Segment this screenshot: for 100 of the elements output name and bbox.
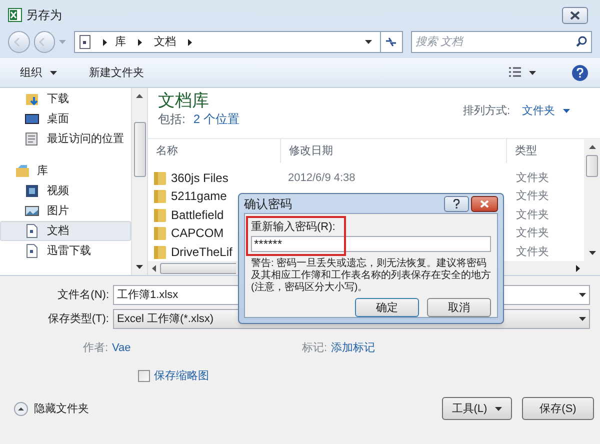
close-button[interactable] (471, 196, 498, 212)
column-header[interactable]: 修改日期 (280, 138, 506, 162)
toolbar-button[interactable]: 组织 (12, 62, 65, 84)
up-arrow-icon (136, 94, 143, 98)
sidebar-item[interactable]: 文档 (0, 221, 131, 241)
warning-text: 警告: 密码一旦丢失或遗忘，则无法恢复。建议将密码及其相应工作簿和工作表名称的列表保存在安全的地方(注意，密码区分大小写)。 (251, 258, 491, 294)
breadcrumb[interactable]: 库 (115, 35, 126, 49)
field-label: 重新输入密码(R): (251, 220, 336, 234)
left-arrow-icon (152, 264, 156, 272)
caret-icon (50, 70, 57, 74)
close-button[interactable] (562, 6, 588, 24)
search-field[interactable]: 搜索 文档 (410, 31, 592, 53)
scrollbar[interactable] (584, 138, 600, 275)
chevron-icon (188, 38, 192, 46)
dialog-button[interactable]: 确定 (355, 298, 419, 317)
scrollbar-thumb[interactable] (586, 154, 598, 176)
sidebar-item[interactable]: 最近访问的位置 (0, 129, 131, 149)
save-button[interactable]: 保存(S) (522, 397, 594, 420)
dialog-title: 确认密码 (244, 196, 293, 210)
folder-icon (154, 244, 166, 259)
author-value[interactable]: Vae (112, 341, 302, 355)
help-button[interactable] (444, 196, 469, 212)
password-field[interactable]: ****** (251, 236, 491, 252)
file-type: 文件夹 (515, 244, 550, 259)
arrange-label: 排列方式: (462, 104, 510, 118)
window-title: 另存为 (26, 8, 62, 22)
file-name[interactable]: 5211game (171, 189, 227, 204)
file-type: 文件夹 (515, 189, 550, 204)
document-icon (79, 35, 92, 49)
author-label: 作者: (82, 341, 109, 355)
sidebar-item[interactable]: 图片 (0, 201, 131, 221)
caret-icon (529, 70, 536, 74)
folder-icon (154, 208, 166, 222)
up-arrow-icon (588, 144, 596, 148)
close-icon (570, 10, 580, 20)
address-bar[interactable]: 库 文档 (74, 31, 403, 53)
sidebar-item[interactable]: 桌面 (0, 109, 131, 129)
back-button[interactable] (8, 31, 30, 53)
close-icon (480, 200, 489, 208)
caret-icon (563, 109, 570, 113)
forward-button[interactable] (34, 31, 56, 53)
caret-icon (495, 406, 502, 410)
file-name[interactable]: CAPCOM (171, 226, 224, 240)
library-icon (15, 164, 29, 178)
folder-icon (154, 226, 166, 240)
download-icon (25, 92, 39, 106)
file-type: 文件夹 (515, 170, 550, 185)
recent-icon (25, 132, 39, 146)
file-type: 文件夹 (515, 226, 550, 240)
help-button[interactable] (572, 64, 588, 80)
caret-icon (579, 293, 586, 297)
desktop-icon (25, 112, 39, 126)
toolbar-button[interactable]: 新建文件夹 (81, 62, 152, 84)
caret-icon (579, 317, 586, 321)
help-icon (576, 68, 584, 78)
document-icon (25, 244, 39, 258)
includes-label: 包括: (158, 112, 186, 126)
caret-icon (59, 40, 66, 44)
scrollbar[interactable] (131, 88, 147, 275)
tags-label: 标记: (302, 341, 328, 355)
video-icon (25, 184, 39, 198)
file-name[interactable]: DriveTheLif (171, 244, 232, 259)
right-arrow-icon (576, 264, 580, 272)
arrange-dropdown[interactable]: 文件夹 (522, 104, 570, 118)
hide-folders-button[interactable]: 隐藏文件夹 (14, 402, 89, 416)
locations-link[interactable]: 2 个位置 (193, 112, 240, 126)
tools-button[interactable]: 工具(L) (442, 397, 512, 420)
field-label: 保存类型(T): (46, 312, 110, 326)
sidebar-item[interactable]: 迅雷下载 (0, 241, 131, 261)
collapse-icon (14, 402, 28, 416)
search-icon (576, 36, 587, 47)
scrollbar-thumb[interactable] (134, 122, 146, 177)
down-arrow-icon (136, 265, 143, 269)
refresh-icon (385, 37, 398, 47)
folder-icon (154, 189, 166, 204)
spreadsheet-icon (8, 8, 22, 22)
caret-icon (364, 40, 372, 44)
modified-date: 2012/6/9 4:38 (287, 170, 356, 185)
column-header[interactable]: 名称 (148, 138, 280, 162)
library-title: 文档库 (158, 90, 210, 112)
breadcrumb[interactable]: 文档 (154, 35, 176, 49)
sidebar-item[interactable]: 视频 (0, 181, 131, 201)
checkbox[interactable] (138, 370, 150, 382)
picture-icon (25, 204, 39, 218)
dialog-button[interactable]: 取消 (427, 298, 491, 317)
file-name[interactable]: 360js Files (171, 170, 228, 185)
file-type: 文件夹 (515, 208, 550, 222)
chevron-icon (138, 38, 142, 46)
sidebar-item[interactable]: 下载 (0, 89, 131, 109)
file-name[interactable]: Battlefield (171, 208, 224, 222)
folder-icon (154, 170, 166, 185)
help-icon (453, 198, 460, 208)
chevron-icon (103, 38, 108, 46)
checkbox-label[interactable]: 保存缩略图 (154, 369, 209, 383)
list-view-icon (509, 67, 521, 78)
add-tags-link[interactable]: 添加标记 (331, 341, 376, 355)
field-label: 文件名(N): (56, 288, 110, 302)
down-arrow-icon (588, 251, 596, 255)
document-icon (25, 224, 39, 238)
sidebar-item[interactable]: 库 (0, 161, 131, 181)
